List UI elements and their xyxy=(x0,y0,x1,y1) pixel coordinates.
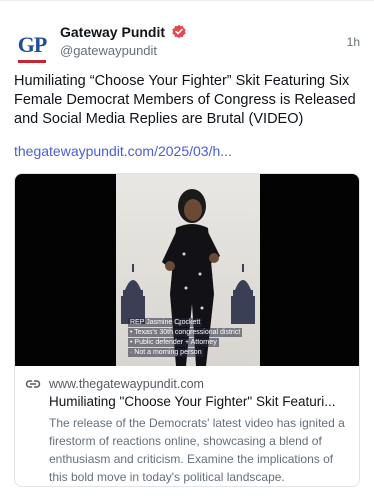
video-frame: REP Jasmine Crockett • Texas's 30th cong… xyxy=(116,174,260,366)
caption-line: REP Jasmine Crockett xyxy=(128,318,203,327)
post-timestamp[interactable]: 1h xyxy=(347,35,360,49)
name-row: Gateway Pundit xyxy=(60,24,187,40)
avatar-logo-text: GP xyxy=(17,32,48,57)
link-icon xyxy=(25,380,41,388)
caption-line: • Texas's 30th congressional district xyxy=(128,328,243,337)
link-preview-card[interactable]: REP Jasmine Crockett • Texas's 30th cong… xyxy=(14,173,360,487)
caption-line: • Public defender + Attorney xyxy=(128,338,219,347)
card-description: The release of the Democrats' latest vid… xyxy=(49,416,345,484)
avatar-logo-underline xyxy=(18,60,46,63)
video-caption: REP Jasmine Crockett • Texas's 30th cong… xyxy=(128,318,260,358)
capitol-dome-graphic xyxy=(121,264,145,324)
video-thumbnail[interactable]: REP Jasmine Crockett • Texas's 30th cong… xyxy=(15,174,359,366)
post-text: Humiliating “Choose Your Fighter” Skit F… xyxy=(14,73,356,127)
card-info: www.thegatewaypundit.com Humiliating "Ch… xyxy=(15,366,359,486)
author-handle[interactable]: @gatewaypundit xyxy=(60,43,187,58)
card-domain-row: www.thegatewaypundit.com xyxy=(25,376,349,392)
post-header: Gateway Pundit @gatewaypundit xyxy=(60,24,187,58)
caption-line: · Not a morning person xyxy=(128,348,204,357)
author-name[interactable]: Gateway Pundit xyxy=(60,24,165,40)
avatar[interactable]: GP xyxy=(14,27,50,63)
capitol-dome-graphic xyxy=(231,264,255,324)
post-card[interactable]: GP Gateway Pundit @gatewaypundit 1h Humi… xyxy=(0,0,374,500)
verified-badge-icon xyxy=(172,24,186,39)
post-link[interactable]: thegatewaypundit.com/2025/03/h... xyxy=(14,143,232,159)
card-title[interactable]: Humiliating "Choose Your Fighter" Skit F… xyxy=(49,394,349,409)
card-domain: www.thegatewaypundit.com xyxy=(49,377,204,391)
